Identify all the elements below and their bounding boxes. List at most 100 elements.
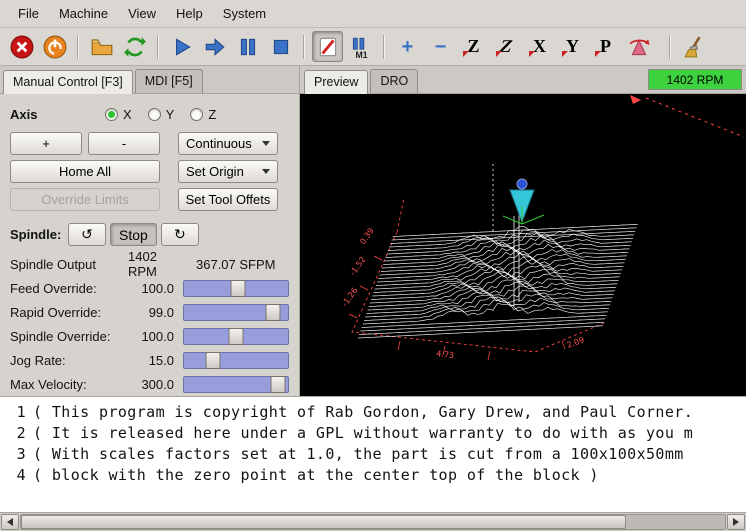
tab-manual-control[interactable]: Manual Control [F3] bbox=[3, 70, 133, 94]
gcode-line[interactable]: 2 ( It is released here under a GPL with… bbox=[0, 423, 746, 444]
feed-override-slider[interactable] bbox=[183, 280, 289, 297]
open-file-button[interactable] bbox=[86, 31, 117, 62]
rapid-override-label: Rapid Override: bbox=[10, 305, 128, 320]
manual-control-panel: Manual Control [F3] MDI [F5] Axis X Y Z bbox=[0, 66, 300, 396]
axis-radio-z[interactable]: Z bbox=[190, 107, 216, 122]
gcode-line[interactable]: 1 ( This program is copyright of Rab Gor… bbox=[0, 402, 746, 423]
line-number: 2 bbox=[0, 423, 26, 444]
view-top-button[interactable]: Z bbox=[458, 31, 489, 62]
spindle-rpm-value: 1402 RPM bbox=[128, 249, 188, 279]
axis-label: Axis bbox=[10, 107, 105, 122]
menu-system[interactable]: System bbox=[213, 1, 276, 26]
spindle-label: Spindle: bbox=[10, 227, 64, 242]
view-arrow-icon bbox=[529, 51, 535, 57]
rotate-cone-icon bbox=[627, 35, 651, 59]
set-tool-offsets-button[interactable]: Set Tool Offets bbox=[178, 188, 278, 211]
zoom-in-button[interactable]: + bbox=[392, 31, 423, 62]
machine-power-button[interactable] bbox=[39, 31, 70, 62]
skip-lines-toggle[interactable] bbox=[312, 31, 343, 62]
slider-handle[interactable] bbox=[231, 280, 246, 297]
open-folder-icon bbox=[90, 35, 114, 59]
tab-preview[interactable]: Preview bbox=[304, 70, 368, 94]
stop-button[interactable] bbox=[265, 31, 296, 62]
line-text: ( With scales factors set at 1.0, the pa… bbox=[33, 444, 684, 465]
reload-file-button[interactable] bbox=[119, 31, 150, 62]
slider-handle[interactable] bbox=[206, 352, 221, 369]
radio-icon bbox=[148, 108, 161, 121]
spindle-override-slider[interactable] bbox=[183, 328, 289, 345]
gcode-line[interactable]: 3 ( With scales factors set at 1.0, the … bbox=[0, 444, 746, 465]
tab-dro[interactable]: DRO bbox=[370, 69, 418, 93]
zoom-out-button[interactable]: − bbox=[425, 31, 456, 62]
tab-mdi[interactable]: MDI [F5] bbox=[135, 69, 203, 93]
estop-button[interactable] bbox=[6, 31, 37, 62]
override-limits-button[interactable]: Override Limits bbox=[10, 188, 160, 211]
chevron-down-icon bbox=[262, 141, 270, 146]
clear-plot-button[interactable] bbox=[678, 31, 709, 62]
rapid-override-row: Rapid Override: 99.0 bbox=[0, 300, 299, 324]
rapid-override-slider[interactable] bbox=[183, 304, 289, 321]
max-velocity-label: Max Velocity: bbox=[10, 377, 128, 392]
slider-handle[interactable] bbox=[266, 304, 281, 321]
spindle-forward-button[interactable]: ↻ bbox=[161, 223, 199, 246]
jog-rate-value: 15.0 bbox=[128, 353, 174, 368]
svg-text:-1.52: -1.52 bbox=[348, 255, 367, 277]
menu-view[interactable]: View bbox=[118, 1, 166, 26]
view-rotated-top-button[interactable]: Z bbox=[491, 31, 522, 62]
spindle-override-row: Spindle Override: 100.0 bbox=[0, 324, 299, 348]
view-perspective-button[interactable]: P bbox=[590, 31, 621, 62]
spindle-sfpm-value: 367.07 SFPM bbox=[196, 257, 276, 272]
axis-radio-y[interactable]: Y bbox=[148, 107, 175, 122]
menu-help[interactable]: Help bbox=[166, 1, 213, 26]
menu-file[interactable]: File bbox=[8, 1, 49, 26]
svg-text:4.73: 4.73 bbox=[436, 349, 455, 360]
spindle-override-label: Spindle Override: bbox=[10, 329, 128, 344]
home-all-button[interactable]: Home All bbox=[10, 160, 160, 183]
axis-radio-x[interactable]: X bbox=[105, 107, 132, 122]
gcode-hscrollbar[interactable] bbox=[0, 512, 746, 531]
skip-lines-icon bbox=[316, 35, 340, 59]
max-velocity-slider[interactable] bbox=[183, 376, 289, 393]
line-number: 4 bbox=[0, 465, 26, 486]
jog-plus-button[interactable]: + bbox=[10, 132, 82, 155]
feed-override-value: 100.0 bbox=[128, 281, 174, 296]
spindle-reverse-button[interactable]: ↺ bbox=[68, 223, 106, 246]
scroll-right-button[interactable] bbox=[727, 514, 745, 530]
preview-panel: Preview DRO 1402 RPM 0.39-1.52-1.264.732… bbox=[300, 66, 746, 396]
menu-machine[interactable]: Machine bbox=[49, 1, 118, 26]
jog-rate-slider[interactable] bbox=[183, 352, 289, 369]
scrollbar-track[interactable] bbox=[20, 514, 726, 530]
rapid-override-value: 99.0 bbox=[128, 305, 174, 320]
right-arrow-icon bbox=[733, 518, 739, 526]
slider-handle[interactable] bbox=[270, 376, 285, 393]
set-origin-button[interactable]: Set Origin bbox=[178, 160, 278, 183]
rotate-view-button[interactable] bbox=[623, 31, 654, 62]
toolbar-separator bbox=[303, 35, 305, 59]
backplot-svg: 0.39-1.52-1.264.732.09 bbox=[300, 94, 745, 395]
run-button[interactable] bbox=[166, 31, 197, 62]
pause-button[interactable] bbox=[232, 31, 263, 62]
gcode-line[interactable]: 4 ( block with the zero point at the cen… bbox=[0, 465, 746, 486]
minus-icon: − bbox=[435, 37, 447, 57]
view-side-button[interactable]: X bbox=[524, 31, 555, 62]
preview-tabbar: Preview DRO 1402 RPM bbox=[300, 66, 746, 94]
view-arrow-icon bbox=[562, 51, 568, 57]
slider-handle[interactable] bbox=[229, 328, 244, 345]
scrollbar-thumb[interactable] bbox=[21, 515, 626, 529]
jog-rate-label: Jog Rate: bbox=[10, 353, 128, 368]
optional-stop-toggle[interactable]: M1 bbox=[345, 31, 376, 62]
svg-text:0.39: 0.39 bbox=[358, 226, 376, 246]
estop-icon bbox=[10, 35, 34, 59]
spindle-stop-button[interactable]: Stop bbox=[110, 223, 157, 246]
scroll-left-button[interactable] bbox=[1, 514, 19, 530]
view-arrow-icon bbox=[595, 51, 601, 57]
view-front-button[interactable]: Y bbox=[557, 31, 588, 62]
manual-control-body: Axis X Y Z + - bbox=[0, 94, 299, 396]
feed-override-row: Feed Override: 100.0 bbox=[0, 276, 299, 300]
jog-mode-select[interactable]: Continuous bbox=[178, 132, 278, 155]
backplot-view[interactable]: 0.39-1.52-1.264.732.09 bbox=[300, 94, 746, 396]
step-button[interactable] bbox=[199, 31, 230, 62]
axis-option-label: Y bbox=[166, 107, 175, 122]
jog-minus-button[interactable]: - bbox=[88, 132, 160, 155]
gcode-listing[interactable]: 1 ( This program is copyright of Rab Gor… bbox=[0, 396, 746, 512]
